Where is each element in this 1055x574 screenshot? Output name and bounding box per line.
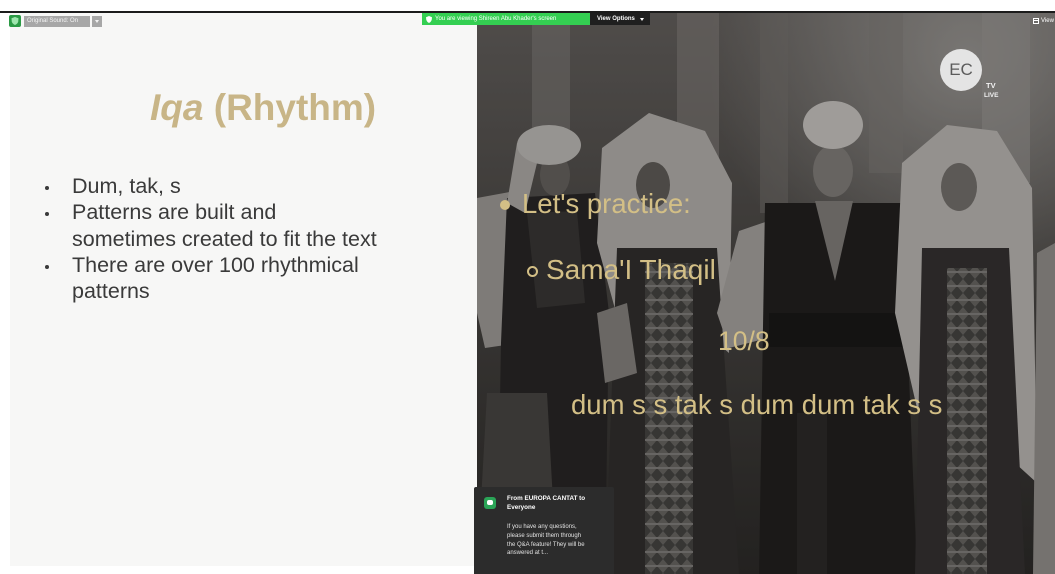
slide-title-rest: (Rhythm) — [213, 87, 377, 128]
chevron-down-icon — [640, 18, 644, 21]
chevron-down-icon — [94, 20, 99, 23]
chat-bubble-shape — [487, 500, 493, 505]
practice-heading: Let's practice: — [522, 188, 691, 219]
time-signature: 10/8 — [718, 326, 770, 356]
slide-title: Iqa (Rhythm) — [150, 89, 376, 126]
bullet-item: Dum, tak, s — [45, 173, 472, 199]
logo-live-label: LIVE — [984, 92, 999, 99]
bullet-text-line: Patterns are built and — [72, 200, 277, 225]
hollow-circle-icon — [527, 266, 538, 277]
bullet-text-line: sometimes created to fit the text — [72, 226, 377, 251]
view-options-button[interactable]: View Options — [590, 13, 650, 25]
chat-sender-line: Everyone — [507, 503, 536, 511]
chat-icon — [484, 497, 496, 509]
ec-logo: EC — [940, 49, 982, 91]
chat-message-line: the Q&A feature! They will be — [507, 541, 585, 548]
shield-icon-shape — [426, 15, 432, 23]
layout-icon-line — [1034, 20, 1038, 21]
bullet-item: There are over 100 rhythmical patterns — [45, 252, 472, 305]
shield-icon[interactable] — [9, 15, 21, 27]
viewing-screen-text: You are viewing Shireen Abu Khader's scr… — [435, 16, 557, 22]
original-sound-menu-button[interactable] — [92, 16, 102, 27]
chat-message-line: If you have any questions, — [507, 524, 577, 530]
filled-circle-icon — [500, 200, 510, 210]
chat-message-line: answered at t... — [507, 550, 549, 557]
viewing-screen-banner: You are viewing Shireen Abu Khader's scr… — [422, 13, 590, 25]
original-sound-button[interactable]: Original Sound: On — [24, 16, 90, 27]
shield-icon — [426, 15, 432, 23]
rhythm-pattern: dum s s tak s dum dum tak s s — [571, 389, 943, 420]
view-label: View — [1041, 18, 1054, 24]
bullet-dot-icon — [45, 186, 49, 190]
chat-sender-line: From EUROPA CANTAT to — [507, 495, 586, 502]
rhythm-name: Sama'I Thaqil — [546, 254, 716, 285]
bullet-text-line: patterns — [72, 279, 150, 304]
chat-message: If you have any questions, please submit… — [507, 523, 585, 558]
bullet-text-line: Dum, tak, s — [72, 174, 181, 198]
logo-tv-label: TV — [986, 81, 996, 90]
bullet-item: Patterns are built and sometimes created… — [45, 199, 472, 252]
slide-title-emphasis: Iqa — [150, 87, 204, 128]
bullet-text-line: There are over 100 rhythmical — [72, 252, 359, 277]
layout-icon — [1033, 18, 1039, 24]
bullet-dot-icon — [45, 264, 49, 269]
chat-message-line: please submit them through — [507, 532, 582, 539]
zoom-screen-share: Iqa (Rhythm) Dum, tak, s Patterns are bu… — [0, 0, 1055, 574]
chat-sender: From EUROPA CANTAT to Everyone — [507, 495, 585, 512]
view-button[interactable]: View — [1032, 16, 1055, 26]
bullet-list: Dum, tak, s Patterns are built and somet… — [45, 173, 472, 305]
view-options-label: View Options — [597, 16, 635, 22]
